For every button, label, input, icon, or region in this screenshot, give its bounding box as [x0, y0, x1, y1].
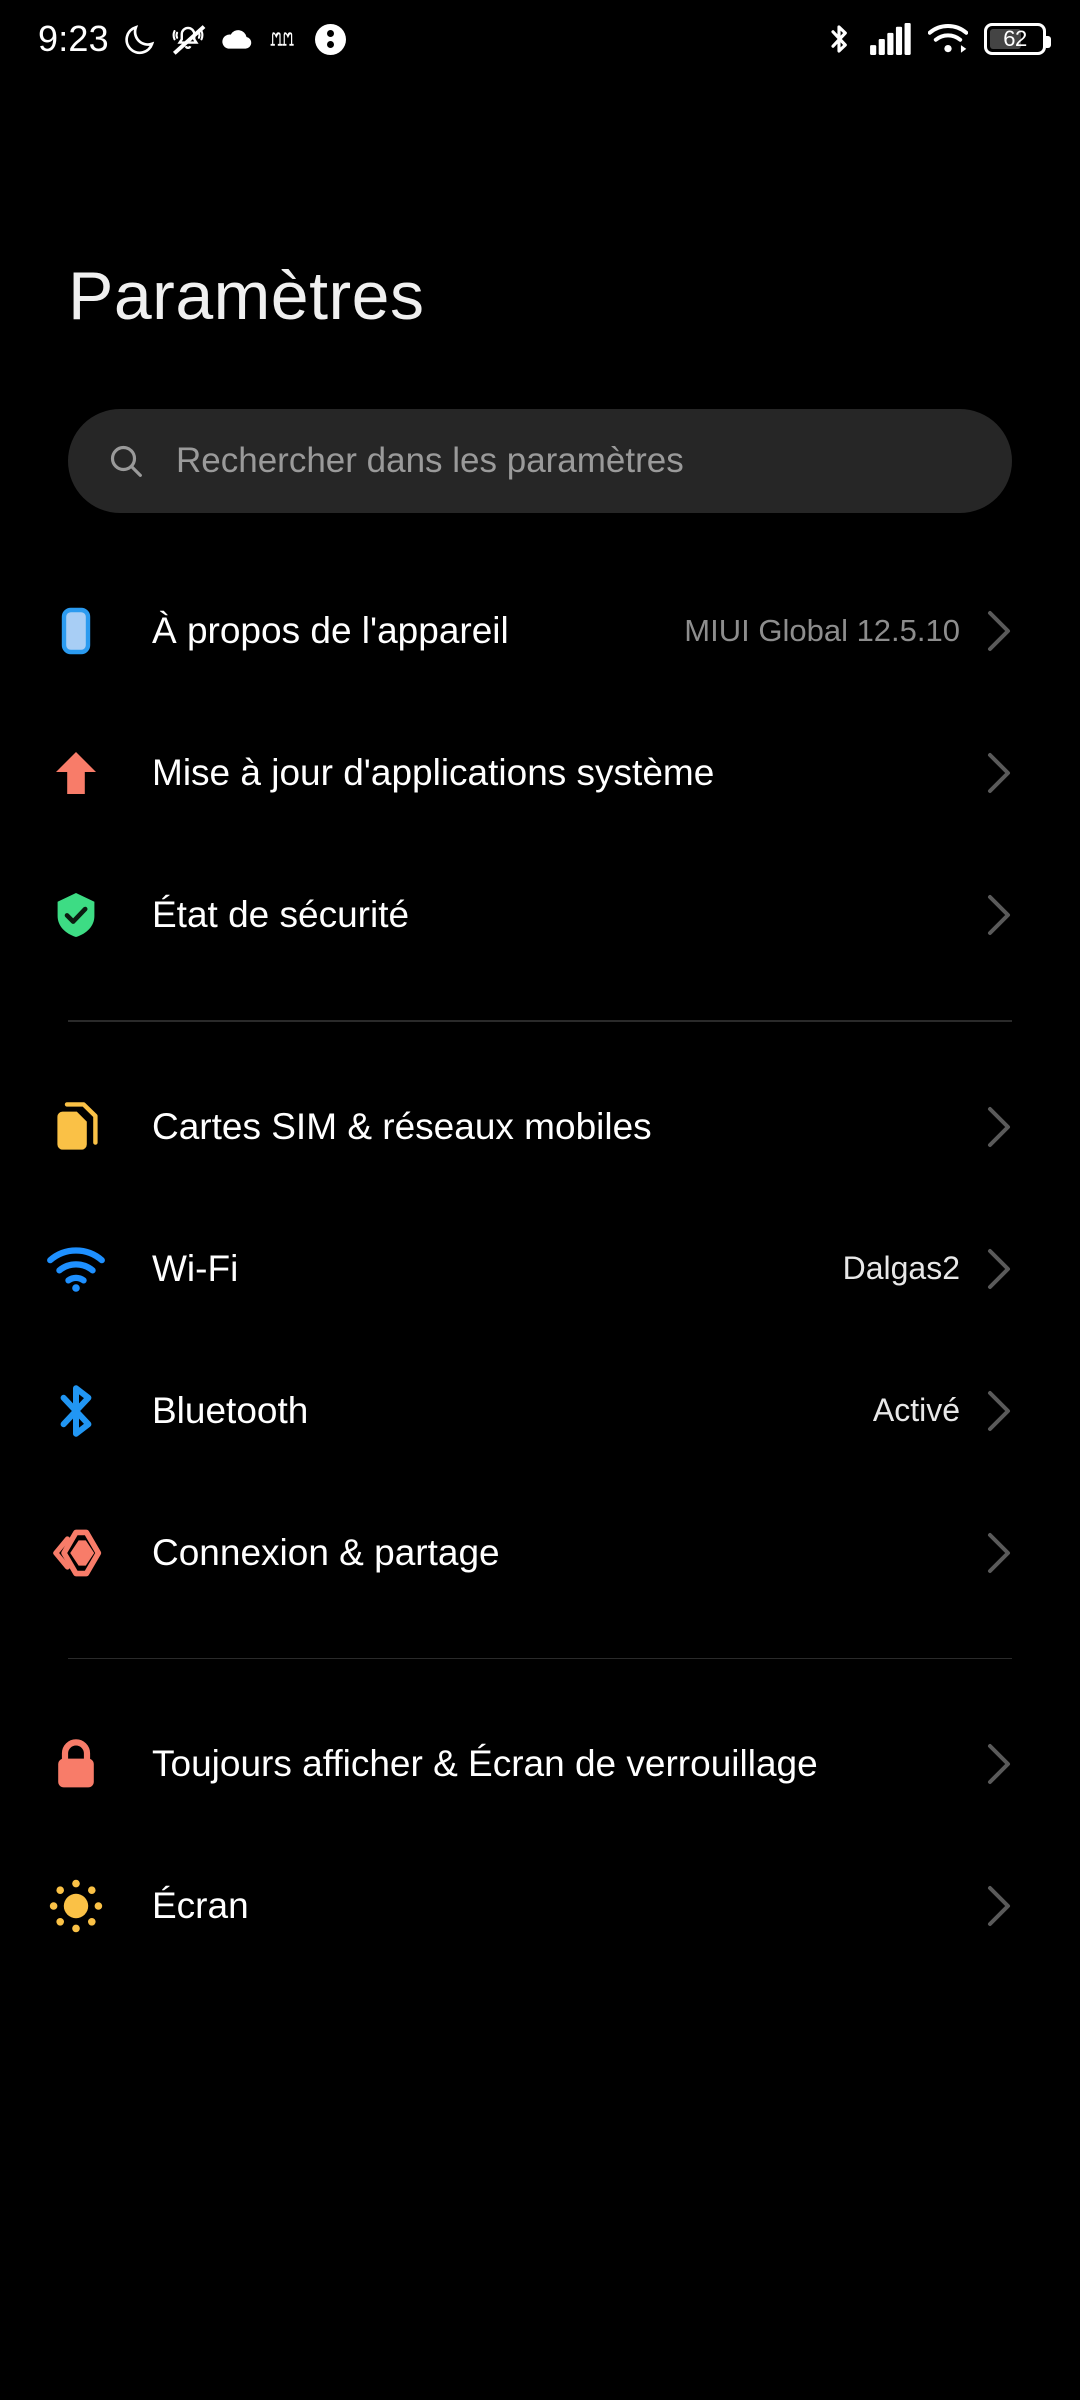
settings-row-label: État de sécurité	[152, 894, 410, 936]
settings-group-connectivity: Cartes SIM & réseaux mobiles Wi-Fi Dalga…	[0, 1056, 1080, 1624]
settings-row-sim-cards-mobile-networks[interactable]: Cartes SIM & réseaux mobiles	[0, 1056, 1080, 1198]
settings-group-device: À propos de l'appareil MIUI Global 12.5.…	[0, 560, 1080, 986]
connection-share-icon	[0, 1524, 152, 1582]
chevron-right-icon	[986, 751, 1012, 795]
chevron-right-icon	[986, 1389, 1012, 1433]
phone-icon	[0, 603, 152, 659]
status-bar-right: 62	[824, 21, 1051, 57]
status-bar-clock: 9:23	[38, 18, 109, 59]
settings-row-label: Bluetooth	[152, 1389, 309, 1431]
chevron-right-icon	[986, 1105, 1012, 1149]
chevron-right-icon	[986, 1884, 1012, 1928]
search-bar[interactable]	[68, 409, 1012, 513]
chevron-right-icon	[986, 1247, 1012, 1291]
chevron-right-icon	[986, 1531, 1012, 1575]
status-bar: 9:23 62	[0, 0, 1080, 78]
group-divider-1	[68, 1020, 1012, 1022]
settings-row-label: Mise à jour d'applications système	[152, 752, 715, 794]
settings-list: À propos de l'appareil MIUI Global 12.5.…	[0, 560, 1080, 1977]
settings-row-value: Dalgas2	[842, 1250, 960, 1286]
settings-row-connection-sharing[interactable]: Connexion & partage	[0, 1482, 1080, 1624]
sun-icon	[0, 1877, 152, 1935]
gothic-m-icon	[269, 24, 301, 54]
chevron-right-icon	[986, 893, 1012, 937]
wifi-icon	[928, 23, 968, 55]
page-title: Paramètres	[68, 258, 425, 334]
bluetooth-icon	[824, 21, 854, 57]
chevron-right-icon	[986, 609, 1012, 653]
two-dots-circle-icon	[314, 23, 346, 55]
search-input[interactable]	[176, 441, 974, 481]
settings-row-display[interactable]: Écran	[0, 1835, 1080, 1977]
settings-screen: 9:23 62 Paramètres Rechercher dans les p…	[0, 0, 1080, 2400]
settings-row-bluetooth[interactable]: Bluetooth Activé	[0, 1340, 1080, 1482]
moon-icon	[123, 22, 157, 56]
cloud-icon	[219, 25, 255, 53]
signal-bars-icon	[870, 23, 912, 55]
settings-row-value: MIUI Global 12.5.10	[684, 613, 960, 648]
bluetooth-icon	[0, 1380, 152, 1442]
settings-group-display: Toujours afficher & Écran de verrouillag…	[0, 1693, 1080, 1977]
settings-row-wifi[interactable]: Wi-Fi Dalgas2	[0, 1198, 1080, 1340]
settings-row-label: Connexion & partage	[152, 1531, 500, 1573]
battery-level: 62	[1003, 26, 1027, 51]
settings-row-label: Écran	[152, 1885, 249, 1927]
settings-row-always-on-lockscreen[interactable]: Toujours afficher & Écran de verrouillag…	[0, 1693, 1080, 1835]
lock-icon	[0, 1735, 152, 1793]
settings-row-label: À propos de l'appareil	[152, 610, 509, 652]
chevron-right-icon	[986, 1742, 1012, 1786]
search-icon	[106, 441, 146, 481]
settings-row-label: Toujours afficher & Écran de verrouillag…	[152, 1743, 818, 1785]
vibrate-off-icon	[171, 22, 205, 56]
shield-check-icon	[0, 887, 152, 943]
wifi-icon	[0, 1246, 152, 1292]
settings-row-about-device[interactable]: À propos de l'appareil MIUI Global 12.5.…	[0, 560, 1080, 702]
status-bar-left: 9:23	[38, 21, 346, 57]
group-divider-2	[68, 1657, 1012, 1659]
settings-row-security-status[interactable]: État de sécurité	[0, 844, 1080, 986]
arrow-up-icon	[0, 745, 152, 801]
settings-row-label: Wi-Fi	[152, 1247, 239, 1289]
settings-row-value: Activé	[872, 1392, 960, 1428]
sim-card-icon	[0, 1098, 152, 1156]
settings-row-label: Cartes SIM & réseaux mobiles	[152, 1105, 652, 1147]
battery-icon: 62	[984, 23, 1051, 55]
settings-row-system-app-updater[interactable]: Mise à jour d'applications système	[0, 702, 1080, 844]
